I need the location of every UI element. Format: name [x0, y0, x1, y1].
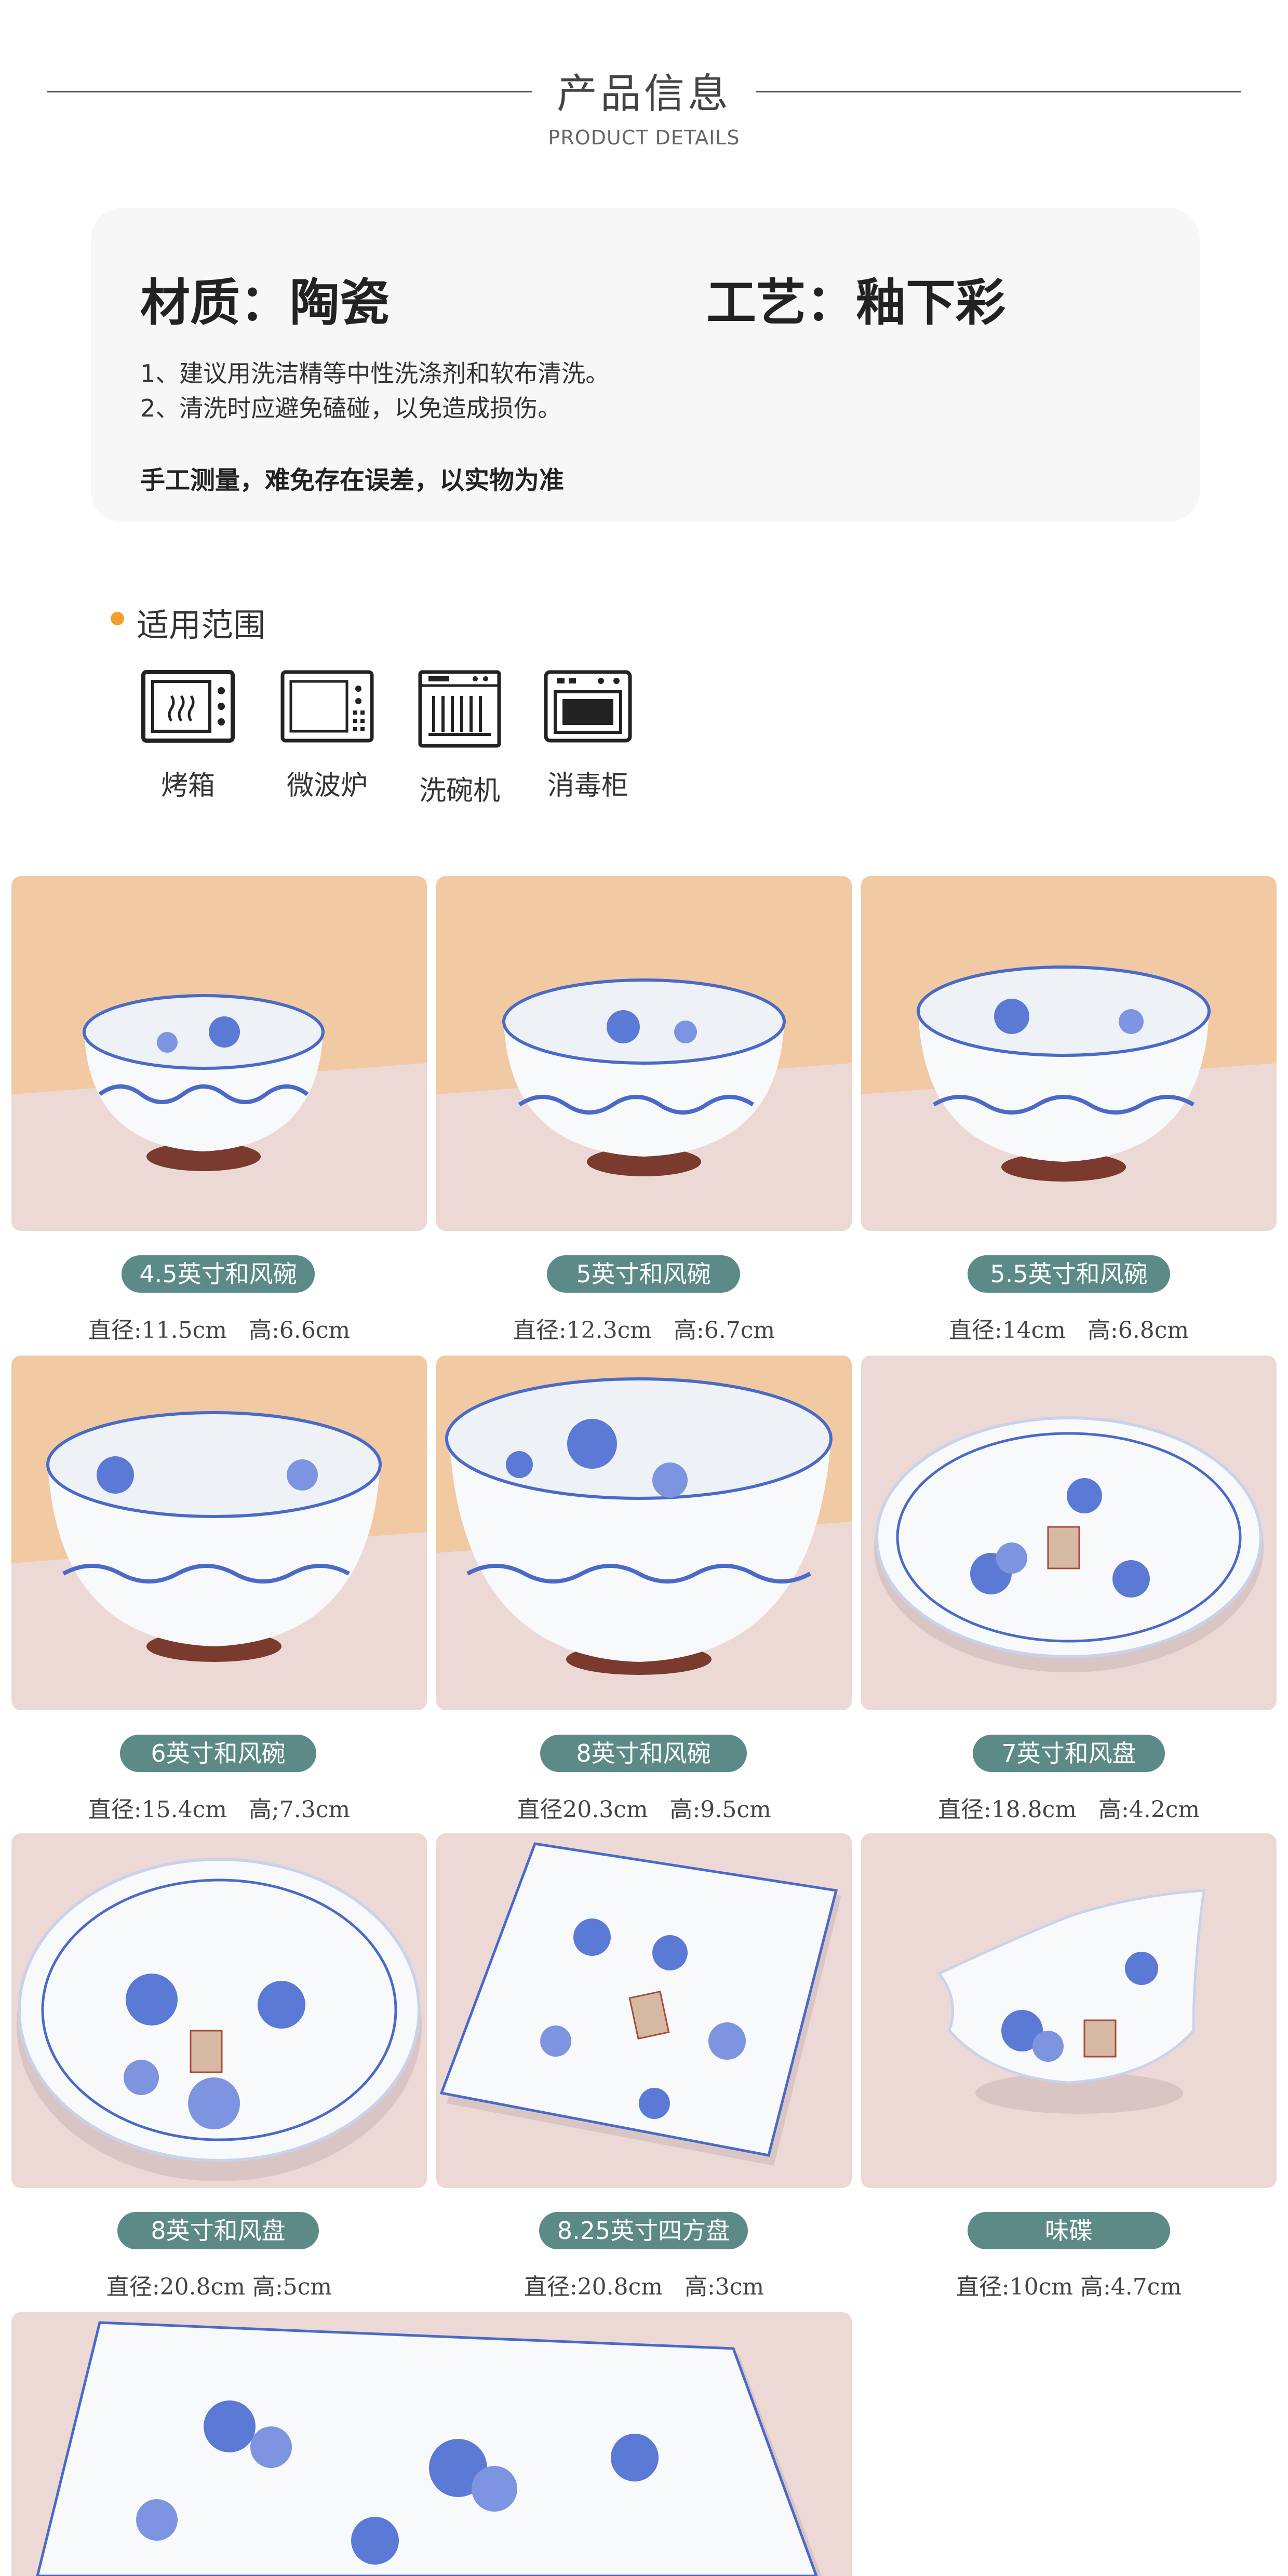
- product-info-card: 材质：陶瓷 工艺：釉下彩 1、建议用洗洁精等中性洗涤剂和软布清洗。 2、清洗时应…: [91, 208, 1200, 522]
- craft-label: 工艺：釉下彩: [706, 274, 1005, 332]
- product-photo-bowl-6: [11, 1356, 427, 1710]
- product-name-pill: 8.25英寸四方盘: [539, 2212, 748, 2249]
- product-name-pill: 4.5英寸和风碗: [122, 1255, 315, 1293]
- dishwasher-icon: [418, 670, 501, 748]
- section-title: 产品信息: [556, 71, 731, 117]
- product-photo-bowl-4-5: [11, 876, 427, 1231]
- appliance-label: 微波炉: [286, 770, 368, 801]
- product-dimensions: 直径:18.8cm 高:4.2cm: [937, 1796, 1200, 1823]
- usage-title: 适用范围: [137, 606, 266, 644]
- product-name-pill: 5英寸和风碗: [547, 1255, 740, 1293]
- product-name-pill: 8英寸和风碗: [540, 1735, 747, 1772]
- product-dimensions: 直径:15.4cm 高;7.3cm: [88, 1796, 351, 1823]
- product-dimensions: 直径:11.5cm 高:6.6cm: [88, 1317, 351, 1344]
- section-subtitle: PRODUCT DETAILS: [548, 126, 740, 149]
- product-photo-bowl-5: [436, 876, 852, 1231]
- product-name-pill: 5.5英寸和风碗: [968, 1255, 1170, 1293]
- product-photo-plate-7: [861, 1356, 1277, 1710]
- product-dimensions: 直径:20.8cm 高:5cm: [106, 2274, 332, 2300]
- product-photo-rectangular-plate: [11, 2312, 852, 2576]
- product-name-pill: 6英寸和风碗: [120, 1735, 316, 1772]
- product-photo-square-plate: [436, 1833, 852, 2188]
- microwave-icon: [280, 670, 374, 743]
- appliance-sterilizer: 消毒柜: [536, 670, 640, 802]
- product-dimensions: 直径:10cm 高:4.7cm: [956, 2274, 1182, 2300]
- appliance-label: 洗碗机: [419, 775, 500, 807]
- sterilizer-cabinet-icon: [544, 670, 632, 743]
- material-label: 材质：陶瓷: [140, 274, 390, 332]
- appliance-microwave: 微波炉: [275, 670, 379, 802]
- appliance-dishwasher: 洗碗机: [408, 670, 512, 808]
- product-photo-sauce-dish: [861, 1833, 1277, 2188]
- product-dimensions: 直径:20.8cm 高:3cm: [524, 2274, 764, 2300]
- product-dimensions: 直径:14cm 高:6.8cm: [948, 1317, 1189, 1344]
- product-photo-bowl-8: [436, 1356, 852, 1710]
- measurement-note: 手工测量，难免存在误差，以实物为准: [140, 466, 565, 495]
- care-note-1: 1、建议用洗洁精等中性洗涤剂和软布清洗。: [140, 359, 610, 387]
- oven-icon: [141, 670, 235, 743]
- product-name-pill: 7英寸和风盘: [973, 1735, 1165, 1772]
- appliance-label: 消毒柜: [547, 770, 628, 801]
- bullet-dot: [111, 612, 124, 625]
- header-rule-right: [756, 91, 1241, 92]
- appliance-label: 烤箱: [160, 770, 215, 801]
- product-name-pill: 8英寸和风盘: [117, 2212, 319, 2249]
- care-note-2: 2、清洗时应避免磕碰，以免造成损伤。: [140, 394, 562, 422]
- product-photo-plate-8: [11, 1833, 427, 2188]
- appliance-oven: 烤箱: [136, 670, 240, 802]
- product-dimensions: 直径20.3cm 高:9.5cm: [517, 1796, 771, 1823]
- product-dimensions: 直径:12.3cm 高:6.7cm: [513, 1317, 775, 1344]
- product-name-pill: 味碟: [968, 2212, 1170, 2249]
- product-photo-bowl-5-5: [861, 876, 1277, 1231]
